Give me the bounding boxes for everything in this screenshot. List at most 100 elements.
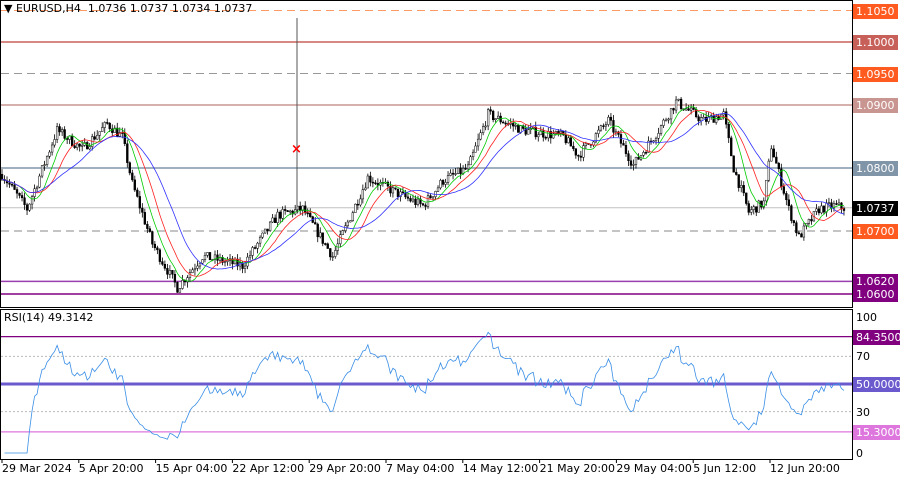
moving-average-ma-slow [1,113,845,270]
candle-body [454,173,457,175]
candle-body [622,143,625,146]
candle-body [316,223,319,238]
candle-body [366,175,370,189]
candle-body [401,191,405,194]
rsi-title: RSI(14) 49.3142 [4,311,94,324]
candle-body [572,145,575,149]
candle-body [474,145,477,153]
candle-body [497,115,500,119]
candle-body [567,137,570,144]
candle-body [331,256,334,258]
candle-body [684,108,688,111]
candle-body [637,156,640,160]
candle-body [727,123,730,139]
time-axis-label: 5 Jun 12:00 [693,462,757,475]
candle-body [76,143,79,148]
candle-body [747,203,750,213]
candle-body [527,129,530,135]
candle-body [825,202,828,213]
candle-body [98,131,101,136]
candle-body [25,204,29,211]
candle-body [504,122,507,125]
candle-body [341,230,344,235]
candle-body [151,231,154,245]
candle-body [108,122,111,130]
candle-body [446,175,450,183]
candle-body [344,225,347,231]
price-level-label: 1.0900 [853,98,898,113]
candle-body [456,167,460,174]
candle-body [201,259,204,264]
candle-body [782,186,785,194]
time-axis-label: 21 May 20:00 [539,462,616,475]
candle-body [319,232,322,238]
candle-body [607,116,610,125]
candle-body [449,172,452,176]
candle-body [677,98,680,101]
candle-body [835,203,838,205]
candle-body [644,152,648,154]
time-axis-label: 12 Jun 20:00 [770,462,840,475]
candle-body [624,145,628,154]
candle-body [564,134,567,144]
candle-body [10,184,14,186]
candle-body [153,243,157,249]
candle-body [324,243,327,245]
candle-body [552,133,555,139]
candle-body [263,228,267,234]
candle-body [289,210,292,213]
candle-body [81,144,84,147]
candle-body [810,219,813,222]
rsi-axis-tick: 100 [856,311,877,324]
candle-body [667,118,670,121]
candle-body [391,187,395,194]
candle-body [103,122,106,128]
candle-body [146,223,149,229]
candle-body [629,160,633,166]
candle-body [281,209,284,219]
candle-body [484,125,487,128]
candle-body [669,108,673,120]
candle-body [116,127,119,137]
candle-body [45,156,49,165]
candle-body [354,203,357,213]
candle-body [48,151,51,157]
time-axis-label: 29 May 04:00 [616,462,692,475]
candle-body [604,124,608,127]
current-price-label: 1.0737 [853,200,898,216]
candle-body [55,126,59,140]
candle-body [795,222,798,234]
candle-body [73,145,76,148]
candle-body [469,156,472,166]
price-level-label: 1.0950 [853,66,898,82]
price-level-label: 1.0700 [853,224,898,239]
candle-body [256,242,259,249]
dropdown-triangle-icon[interactable]: ▼ [4,2,12,15]
time-axis-label: 14 May 12:00 [462,462,539,475]
candle-body [662,119,665,126]
candle-body [18,192,21,196]
time-axis-label: 22 Apr 12:00 [232,462,305,475]
candle-body [286,210,289,212]
candle-body [466,164,470,170]
candle-body [53,139,56,146]
symbol-timeframe: EURUSD,H4 [15,2,81,15]
candle-body [20,195,24,199]
candle-body [599,125,603,131]
candle-body [279,211,282,219]
candle-body [642,152,645,156]
candle-body [715,116,718,123]
candle-body [735,171,738,175]
candle-body [258,236,262,244]
candle-body [86,142,89,150]
candle-body [409,198,412,202]
candle-body [346,221,349,227]
candle-body [334,250,337,257]
candle-body [193,268,197,271]
candle-body [512,123,515,127]
time-axis-label: 5 Apr 20:00 [78,462,144,475]
candle-body [602,125,605,128]
time-axis-label: 15 Apr 04:00 [155,462,228,475]
chart-canvas[interactable]: × [0,0,900,480]
candle-body [654,138,658,142]
